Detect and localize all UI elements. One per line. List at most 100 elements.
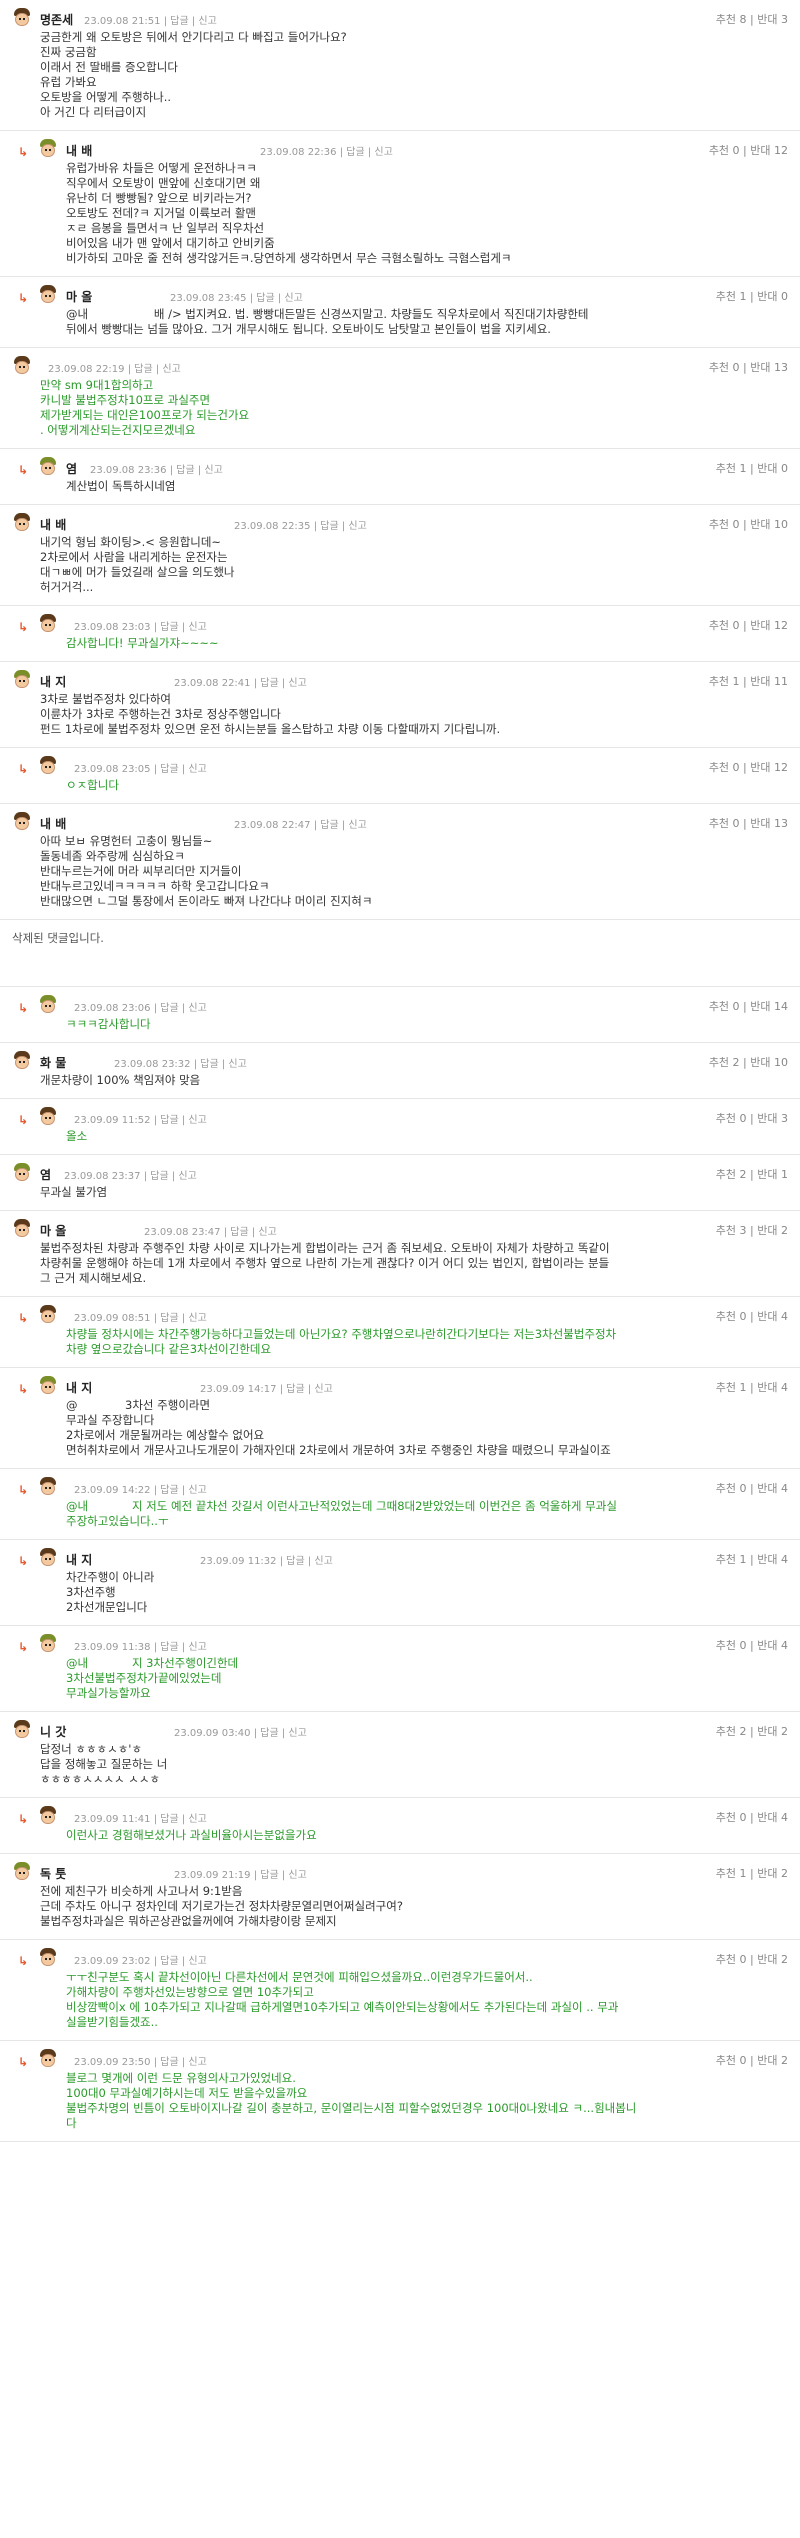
dislike-count[interactable]: 반대 4	[757, 1639, 788, 1652]
dislike-count[interactable]: 반대 4	[757, 1811, 788, 1824]
report-link[interactable]: 신고	[188, 1003, 206, 1014]
report-link[interactable]: 신고	[288, 678, 306, 689]
reply-link[interactable]: 답글	[260, 1728, 278, 1739]
reply-link[interactable]: 답글	[200, 1059, 218, 1070]
nickname[interactable]: 독 툿	[40, 1865, 66, 1882]
reply-link[interactable]: 답글	[160, 1956, 178, 1967]
report-link[interactable]: 신고	[258, 1227, 276, 1238]
dislike-count[interactable]: 반대 14	[750, 1000, 788, 1013]
like-count[interactable]: 추천 1	[716, 290, 747, 303]
like-count[interactable]: 추천 2	[709, 1056, 740, 1069]
reply-link[interactable]: 답글	[160, 764, 178, 775]
report-link[interactable]: 신고	[348, 820, 366, 831]
like-count[interactable]: 추천 1	[716, 1867, 747, 1880]
reply-link[interactable]: 답글	[160, 1313, 178, 1324]
reply-link[interactable]: 답글	[160, 2057, 178, 2068]
report-link[interactable]: 신고	[348, 521, 366, 532]
like-count[interactable]: 추천 1	[716, 1553, 747, 1566]
reply-link[interactable]: 답글	[320, 820, 338, 831]
dislike-count[interactable]: 반대 4	[757, 1482, 788, 1495]
report-link[interactable]: 신고	[188, 764, 206, 775]
nickname[interactable]: 염	[40, 1166, 51, 1183]
like-count[interactable]: 추천 1	[709, 675, 740, 688]
dislike-count[interactable]: 반대 4	[757, 1310, 788, 1323]
like-count[interactable]: 추천 0	[716, 2054, 747, 2067]
nickname[interactable]: 내 지	[40, 673, 66, 690]
report-link[interactable]: 신고	[314, 1384, 332, 1395]
reply-link[interactable]: 답글	[134, 364, 152, 375]
dislike-count[interactable]: 반대 11	[750, 675, 788, 688]
nickname[interactable]: 내 배	[40, 815, 66, 832]
dislike-count[interactable]: 반대 2	[757, 2054, 788, 2067]
dislike-count[interactable]: 반대 3	[757, 13, 788, 26]
reply-link[interactable]: 답글	[260, 678, 278, 689]
nickname[interactable]: 화 물	[40, 1054, 66, 1071]
nickname[interactable]: 내 배	[40, 516, 66, 533]
dislike-count[interactable]: 반대 12	[750, 144, 788, 157]
report-link[interactable]: 신고	[178, 1171, 196, 1182]
report-link[interactable]: 신고	[288, 1728, 306, 1739]
like-count[interactable]: 추천 2	[716, 1725, 747, 1738]
like-count[interactable]: 추천 0	[716, 1811, 747, 1824]
like-count[interactable]: 추천 0	[709, 144, 740, 157]
reply-link[interactable]: 답글	[160, 1642, 178, 1653]
like-count[interactable]: 추천 0	[716, 1482, 747, 1495]
reply-link[interactable]: 답글	[150, 1171, 168, 1182]
dislike-count[interactable]: 반대 12	[750, 619, 788, 632]
report-link[interactable]: 신고	[374, 147, 392, 158]
report-link[interactable]: 신고	[204, 465, 222, 476]
reply-link[interactable]: 답글	[230, 1227, 248, 1238]
reply-link[interactable]: 답글	[160, 1485, 178, 1496]
report-link[interactable]: 신고	[288, 1870, 306, 1881]
nickname[interactable]: 내 지	[66, 1379, 92, 1396]
like-count[interactable]: 추천 0	[709, 817, 740, 830]
like-count[interactable]: 추천 1	[716, 1381, 747, 1394]
nickname[interactable]: 마 올	[40, 1222, 66, 1239]
dislike-count[interactable]: 반대 2	[757, 1224, 788, 1237]
report-link[interactable]: 신고	[188, 1313, 206, 1324]
dislike-count[interactable]: 반대 2	[757, 1867, 788, 1880]
like-count[interactable]: 추천 0	[709, 761, 740, 774]
like-count[interactable]: 추천 0	[709, 361, 740, 374]
reply-link[interactable]: 답글	[260, 1870, 278, 1881]
reply-link[interactable]: 답글	[160, 1003, 178, 1014]
reply-link[interactable]: 답글	[320, 521, 338, 532]
like-count[interactable]: 추천 0	[716, 1953, 747, 1966]
nickname[interactable]: 내 배	[66, 142, 92, 159]
dislike-count[interactable]: 반대 10	[750, 518, 788, 531]
report-link[interactable]: 신고	[188, 1642, 206, 1653]
report-link[interactable]: 신고	[228, 1059, 246, 1070]
like-count[interactable]: 추천 3	[716, 1224, 747, 1237]
reply-link[interactable]: 답글	[160, 1115, 178, 1126]
like-count[interactable]: 추천 0	[716, 1639, 747, 1652]
like-count[interactable]: 추천 0	[716, 1310, 747, 1323]
dislike-count[interactable]: 반대 0	[757, 290, 788, 303]
reply-link[interactable]: 답글	[160, 1814, 178, 1825]
reply-link[interactable]: 답글	[346, 147, 364, 158]
like-count[interactable]: 추천 1	[716, 462, 747, 475]
report-link[interactable]: 신고	[188, 1956, 206, 1967]
like-count[interactable]: 추천 0	[709, 619, 740, 632]
dislike-count[interactable]: 반대 13	[750, 817, 788, 830]
dislike-count[interactable]: 반대 1	[757, 1168, 788, 1181]
dislike-count[interactable]: 반대 2	[757, 1725, 788, 1738]
dislike-count[interactable]: 반대 4	[757, 1381, 788, 1394]
dislike-count[interactable]: 반대 13	[750, 361, 788, 374]
reply-link[interactable]: 답글	[286, 1556, 304, 1567]
nickname[interactable]: 니 갓	[40, 1723, 66, 1740]
dislike-count[interactable]: 반대 3	[757, 1112, 788, 1125]
report-link[interactable]: 신고	[188, 1814, 206, 1825]
nickname[interactable]: 마 올	[66, 288, 92, 305]
reply-link[interactable]: 답글	[176, 465, 194, 476]
report-link[interactable]: 신고	[188, 1485, 206, 1496]
reply-link[interactable]: 답글	[286, 1384, 304, 1395]
report-link[interactable]: 신고	[162, 364, 180, 375]
report-link[interactable]: 신고	[284, 293, 302, 304]
dislike-count[interactable]: 반대 10	[750, 1056, 788, 1069]
reply-link[interactable]: 답글	[256, 293, 274, 304]
nickname[interactable]: 내 지	[66, 1551, 92, 1568]
report-link[interactable]: 신고	[188, 1115, 206, 1126]
dislike-count[interactable]: 반대 4	[757, 1553, 788, 1566]
reply-link[interactable]: 답글	[160, 622, 178, 633]
dislike-count[interactable]: 반대 0	[757, 462, 788, 475]
